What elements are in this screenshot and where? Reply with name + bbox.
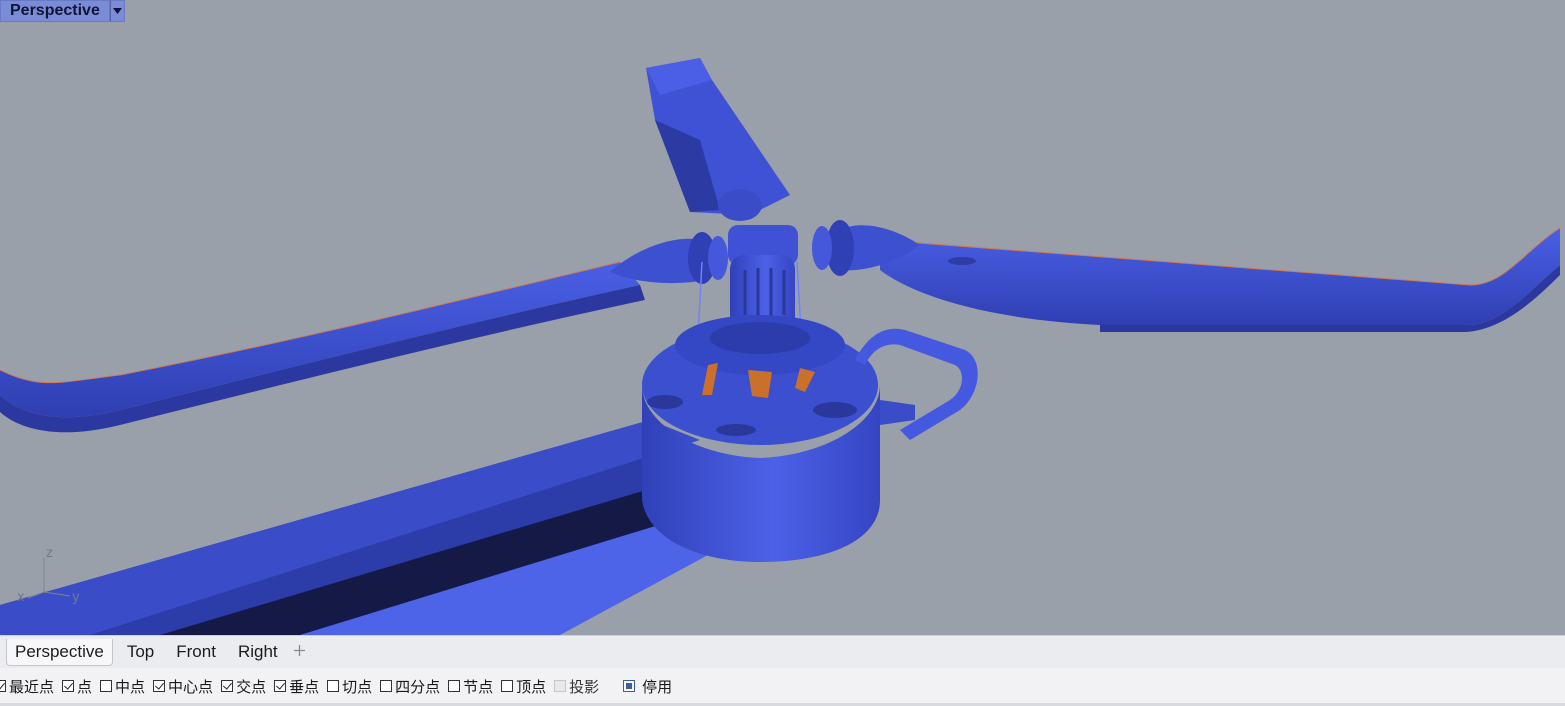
osnap-project[interactable]: 投影 <box>554 676 599 697</box>
osnap-point[interactable]: 点 <box>62 676 92 697</box>
osnap-disable[interactable]: 停用 <box>623 676 672 697</box>
viewport-tabs: Perspective Top Front Right <box>0 635 1565 668</box>
tab-right[interactable]: Right <box>230 639 286 665</box>
osnap-vertex[interactable]: 顶点 <box>501 676 546 697</box>
osnap-midpoint[interactable]: 中点 <box>100 676 145 697</box>
checkbox[interactable] <box>448 680 461 692</box>
osnap-center[interactable]: 中心点 <box>153 676 213 697</box>
tab-front[interactable]: Front <box>168 639 224 665</box>
top-blade <box>646 58 790 215</box>
tab-perspective[interactable]: Perspective <box>6 638 113 666</box>
checkbox[interactable] <box>153 680 166 692</box>
checkbox[interactable] <box>501 680 514 692</box>
triangle-down-icon[interactable] <box>109 0 125 22</box>
left-blade <box>0 261 645 433</box>
osnap-quadrant[interactable]: 四分点 <box>380 676 440 697</box>
axis-label-x: x <box>17 590 25 605</box>
perspective-viewport[interactable]: Perspective z y x <box>0 0 1565 635</box>
checkbox[interactable] <box>62 680 75 692</box>
plus-icon[interactable] <box>293 643 305 661</box>
checkbox[interactable] <box>221 680 234 692</box>
axis-label-z: z <box>46 546 53 561</box>
checkbox[interactable] <box>100 680 113 692</box>
viewport-title-bar[interactable]: Perspective <box>0 0 125 22</box>
viewport-title[interactable]: Perspective <box>0 0 110 22</box>
right-blade <box>879 227 1561 332</box>
checkbox[interactable] <box>623 680 636 692</box>
osnap-knot[interactable]: 节点 <box>448 676 493 697</box>
osnap-intersection[interactable]: 交点 <box>221 676 266 697</box>
boom-arm <box>0 420 745 635</box>
world-axes-icon: z y x <box>17 546 80 605</box>
object-snap-bar: 最近点 点 中点 中心点 交点 垂点 切点 四分点 节点 顶点 投影 停用 <box>0 668 1565 704</box>
checkbox[interactable] <box>554 680 567 692</box>
checkbox[interactable] <box>0 680 6 692</box>
rotor-model[interactable] <box>0 0 1565 635</box>
osnap-tangent[interactable]: 切点 <box>327 676 372 697</box>
osnap-near[interactable]: 最近点 <box>0 676 54 697</box>
osnap-perpendicular[interactable]: 垂点 <box>274 676 319 697</box>
checkbox[interactable] <box>380 680 393 692</box>
checkbox[interactable] <box>327 680 340 692</box>
tab-top[interactable]: Top <box>119 639 162 665</box>
axis-label-y: y <box>72 590 80 605</box>
checkbox[interactable] <box>274 680 287 692</box>
